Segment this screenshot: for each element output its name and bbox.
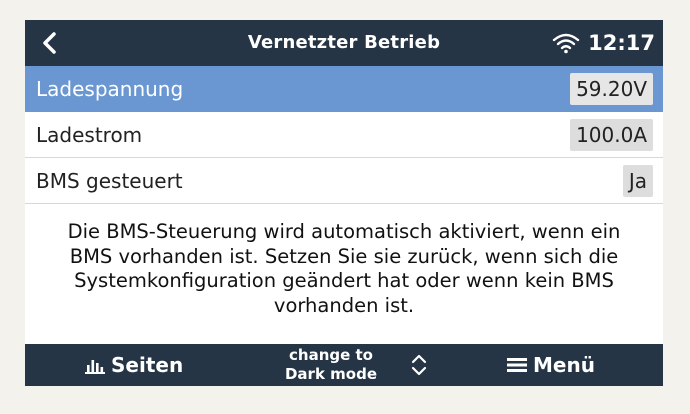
dark-mode-label: change to Dark mode <box>275 346 387 384</box>
status-area: 12:17 <box>552 20 655 66</box>
bar-chart-icon <box>85 360 105 374</box>
setting-row-bms-gesteuert[interactable]: BMS gesteuert Ja <box>25 158 663 204</box>
setting-row-ladespannung[interactable]: Ladespannung 59.20V <box>25 66 663 112</box>
pages-button[interactable]: Seiten <box>85 344 183 386</box>
wifi-icon <box>552 33 580 54</box>
setting-value[interactable]: Ja <box>622 165 653 197</box>
description-line: Die BMS-Steuerung wird automatisch aktiv… <box>67 220 621 243</box>
setting-label: BMS gesteuert <box>36 169 183 193</box>
setting-label: Ladespannung <box>36 77 184 101</box>
clock: 12:17 <box>588 31 655 55</box>
menu-button[interactable]: Menü <box>507 344 595 386</box>
hamburger-icon <box>507 358 527 372</box>
dark-mode-label-line2: Dark mode <box>284 365 377 383</box>
title-bar: Vernetzter Betrieb 12:17 <box>25 20 663 66</box>
dark-mode-label-line1: change to <box>289 346 373 364</box>
description-line: BMS vorhanden ist. Setzen Sie sie zurück… <box>69 244 619 268</box>
description-line: Systemkonfiguration geändert hat oder we… <box>74 269 614 292</box>
setting-value[interactable]: 59.20V <box>570 73 653 105</box>
up-down-chevron-icon <box>411 354 427 376</box>
setting-value[interactable]: 100.0A <box>570 119 653 151</box>
bottom-bar: Seiten change to Dark mode Menü <box>25 344 663 386</box>
description-text: Die BMS-Steuerung wird automatisch aktiv… <box>25 220 663 318</box>
description-line: vorhanden ist. <box>273 293 415 317</box>
dark-mode-toggle-button[interactable]: change to Dark mode <box>275 344 435 386</box>
setting-label: Ladestrom <box>36 123 143 147</box>
menu-label: Menü <box>533 353 595 377</box>
device-screen: Vernetzter Betrieb 12:17 Ladespannung 59… <box>25 20 663 386</box>
pages-label: Seiten <box>111 353 184 377</box>
setting-row-ladestrom[interactable]: Ladestrom 100.0A <box>25 112 663 158</box>
